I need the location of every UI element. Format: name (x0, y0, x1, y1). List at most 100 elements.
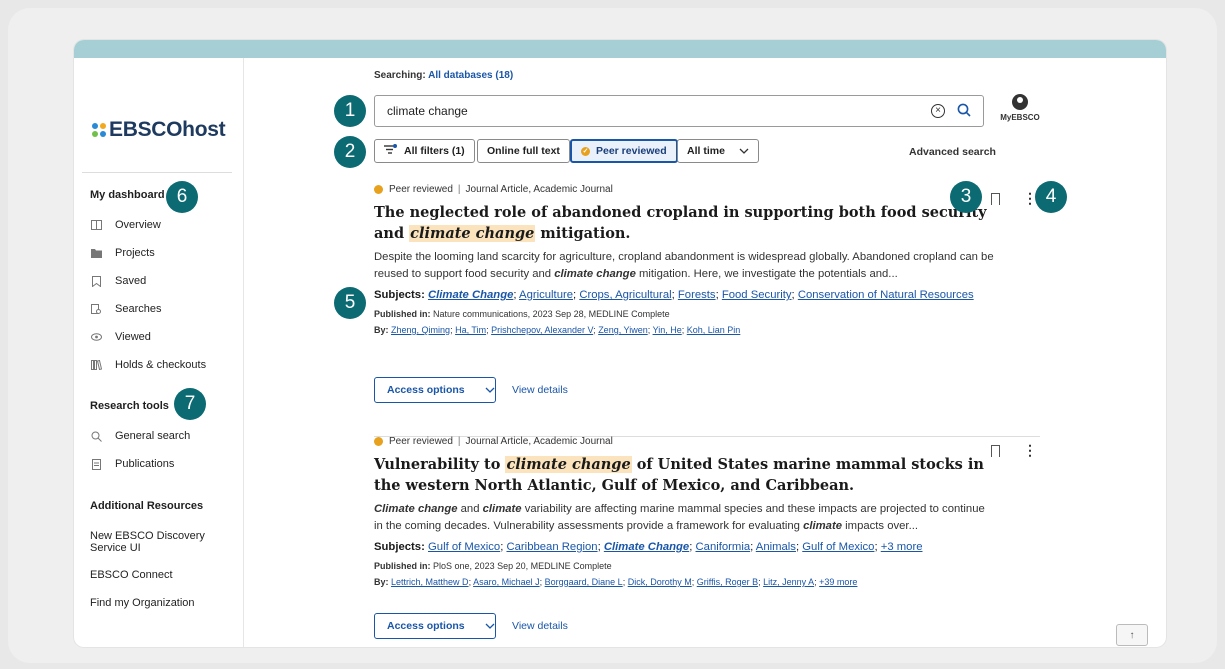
author-link[interactable]: Litz, Jenny A (763, 577, 814, 587)
published-label: Published in: (374, 309, 431, 319)
search-input[interactable]: climate change × (374, 95, 984, 127)
peer-reviewed-filter[interactable]: ✓ Peer reviewed (570, 139, 678, 163)
ebscohost-logo[interactable]: EBSCOhost (92, 118, 226, 142)
more-subjects-link[interactable]: +3 more (881, 541, 923, 553)
access-options-button[interactable]: Access options (374, 377, 496, 403)
author-link[interactable]: Dick, Dorothy M (628, 577, 692, 587)
author-link[interactable]: Borggaard, Diane L (545, 577, 623, 587)
result-abstract: Despite the looming land scarcity for ag… (374, 249, 994, 283)
author-link[interactable]: Prishchepov, Alexander V (491, 325, 593, 335)
author-link[interactable]: Griffis, Roger B (697, 577, 758, 587)
result-subjects: Subjects: Climate Change; Agriculture; C… (374, 289, 974, 301)
subject-link[interactable]: Forests (678, 289, 716, 301)
filter-icon (384, 144, 397, 158)
abstract-highlight: climate change (554, 268, 636, 280)
callout-badge: 6 (166, 181, 198, 213)
title-highlight: climate change (409, 225, 536, 242)
peer-reviewed-label: Peer reviewed (596, 145, 667, 157)
sidebar-item-projects[interactable]: Projects (90, 247, 155, 259)
subjects-label: Subjects: (374, 289, 425, 301)
sidebar-link-find-organization[interactable]: Find my Organization (90, 597, 230, 609)
abstract-text: mitigation. Here, we investigate the pot… (635, 268, 898, 280)
published-source: PloS one, 2023 Sep 20, MEDLINE Complete (433, 561, 612, 571)
subject-link[interactable]: Climate Change (604, 541, 689, 553)
by-label: By: (374, 325, 389, 335)
online-full-text-filter[interactable]: Online full text (477, 139, 570, 163)
author-link[interactable]: Koh, Lian Pin (687, 325, 741, 335)
subject-link[interactable]: Caniformia (696, 541, 751, 553)
author-link[interactable]: Lettrich, Matthew D (391, 577, 469, 587)
database-selector-link[interactable]: All databases (18) (428, 70, 513, 81)
sidebar-item-holds[interactable]: Holds & checkouts (90, 359, 206, 371)
result-title[interactable]: The neglected role of abandoned cropland… (374, 202, 994, 244)
top-bar (74, 40, 1166, 58)
subject-link[interactable]: Animals (756, 541, 796, 553)
abstract-text: and (457, 503, 483, 515)
more-authors-link[interactable]: +39 more (819, 577, 857, 587)
more-options-icon[interactable]: ⋮ (1023, 443, 1037, 457)
sidebar-link-new-eds-ui[interactable]: New EBSCO Discovery Service UI (90, 530, 230, 554)
myebsco-account-button[interactable]: MyEBSCO (1000, 94, 1040, 122)
author-link[interactable]: Ha, Tim (455, 325, 486, 335)
search-query-text[interactable]: climate change (387, 104, 931, 118)
advanced-search-link[interactable]: Advanced search (909, 146, 996, 158)
result-abstract: Climate change and climate variability a… (374, 501, 994, 535)
access-options-button[interactable]: Access options (374, 613, 496, 639)
subject-link[interactable]: Food Security (722, 289, 792, 301)
author-link[interactable]: Asaro, Michael J (473, 577, 540, 587)
subject-link[interactable]: Conservation of Natural Resources (798, 289, 974, 301)
clear-icon[interactable]: × (931, 104, 945, 118)
published-source: Nature communications, 2023 Sep 28, MEDL… (433, 309, 670, 319)
subject-link[interactable]: Gulf of Mexico (802, 541, 874, 553)
chevron-down-icon (485, 385, 495, 395)
subject-link[interactable]: Climate Change (428, 289, 513, 301)
callout-badge: 4 (1035, 181, 1067, 213)
account-label: MyEBSCO (1000, 113, 1040, 122)
result-meta: Peer reviewed | Journal Article, Academi… (374, 184, 994, 195)
sidebar-item-label: Projects (115, 247, 155, 259)
bookmark-icon[interactable] (991, 193, 1000, 208)
arrow-up-icon: ↑ (1129, 629, 1135, 641)
result-title[interactable]: Vulnerability to climate change of Unite… (374, 454, 994, 496)
result-card: Peer reviewed | Journal Article, Academi… (374, 436, 994, 587)
sidebar-item-viewed[interactable]: Viewed (90, 331, 151, 343)
abstract-text: impacts over... (842, 520, 918, 532)
sidebar-item-saved[interactable]: Saved (90, 275, 146, 287)
all-filters-label: All filters (1) (404, 145, 465, 157)
author-link[interactable]: Zheng, Qiming (391, 325, 450, 335)
searching-prefix: Searching: (374, 70, 426, 81)
peer-reviewed-label: Peer reviewed (389, 184, 453, 195)
sidebar-item-label: Holds & checkouts (115, 359, 207, 371)
author-link[interactable]: Zeng, Yiwen (598, 325, 648, 335)
time-range-dropdown[interactable]: All time (677, 139, 759, 163)
bookmark-icon[interactable] (991, 445, 1000, 460)
view-details-link[interactable]: View details (512, 384, 568, 396)
result-subjects: Subjects: Gulf of Mexico; Caribbean Regi… (374, 541, 923, 553)
sidebar-item-general-search[interactable]: General search (90, 430, 190, 442)
searching-label: Searching: All databases (18) (374, 70, 513, 81)
subject-link[interactable]: Agriculture (519, 289, 573, 301)
eye-icon (90, 331, 102, 343)
all-filters-button[interactable]: All filters (1) (374, 139, 475, 163)
sidebar-item-searches[interactable]: Searches (90, 303, 161, 315)
title-highlight: climate change (505, 456, 632, 473)
main-content: Searching: All databases (18) climate ch… (244, 58, 1166, 647)
scroll-to-top-button[interactable]: ↑ (1116, 624, 1148, 646)
sidebar-item-label: General search (115, 430, 191, 442)
sidebar-item-publications[interactable]: Publications (90, 458, 174, 470)
view-details-link[interactable]: View details (512, 620, 568, 632)
sidebar-item-overview[interactable]: Overview (90, 219, 161, 231)
subject-link[interactable]: Caribbean Region (506, 541, 597, 553)
author-link[interactable]: Yin, He (653, 325, 682, 335)
subject-link[interactable]: Gulf of Mexico (428, 541, 500, 553)
browser-window: EBSCOhost My dashboard Overview Projects… (74, 40, 1166, 647)
books-icon (90, 359, 102, 371)
my-dashboard-heading: My dashboard (90, 189, 165, 201)
subject-link[interactable]: Crops, Agricultural (579, 289, 671, 301)
sidebar-link-ebsco-connect[interactable]: EBSCO Connect (90, 569, 230, 581)
meta-separator: | (457, 184, 461, 195)
access-options-label: Access options (387, 384, 465, 396)
search-icon[interactable] (957, 103, 971, 120)
callout-badge: 5 (334, 287, 366, 319)
additional-resources-heading: Additional Resources (90, 500, 204, 512)
